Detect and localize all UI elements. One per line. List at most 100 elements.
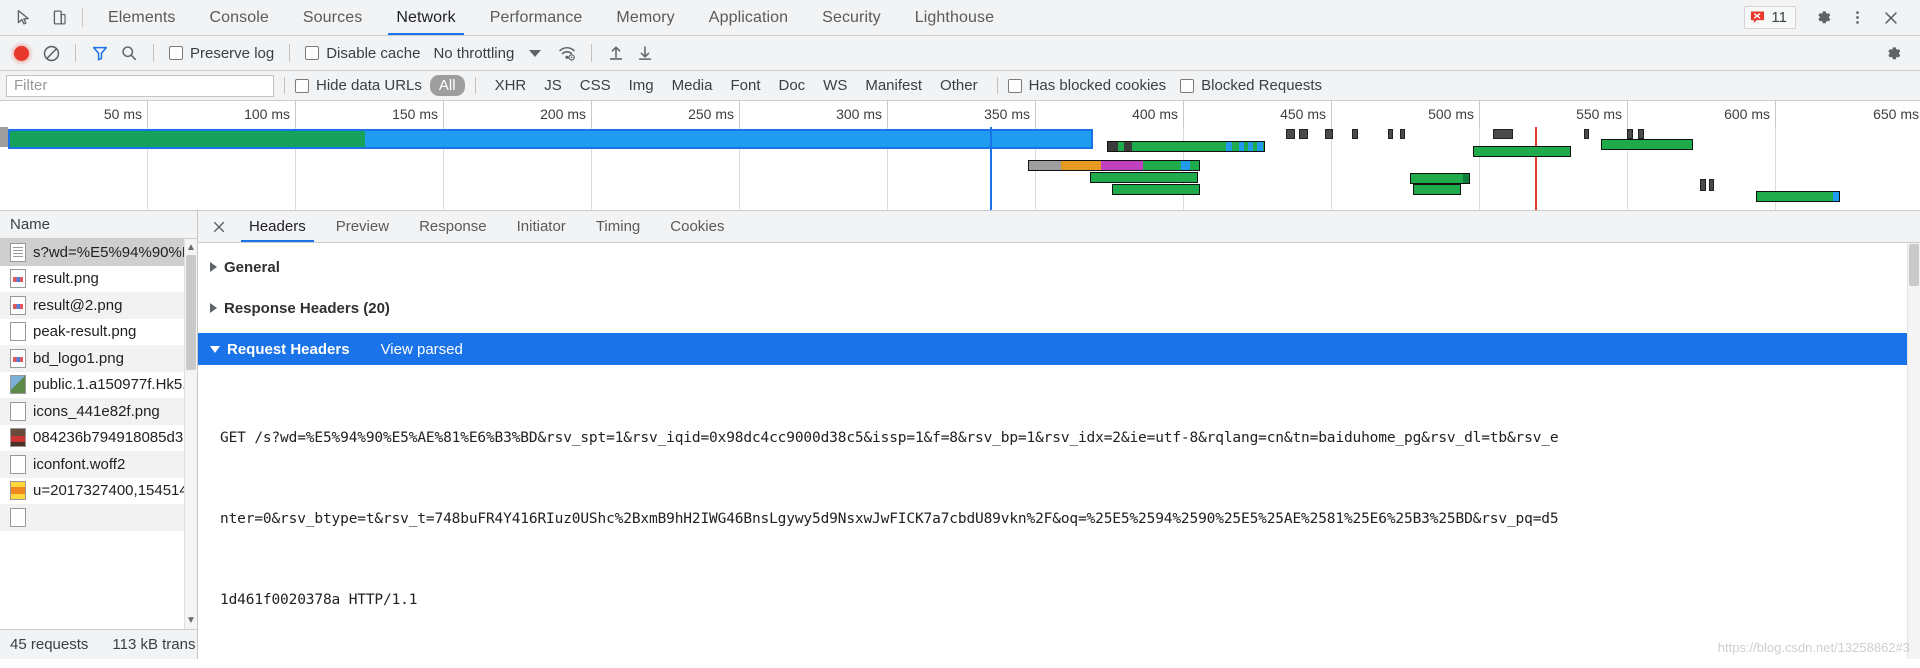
scroll-up-arrow[interactable]: ▲ [185, 241, 197, 254]
raw-request-headers[interactable]: GET /s?wd=%E5%94%90%E5%AE%81%E6%B3%BD&rs… [198, 365, 1920, 659]
filter-type-other[interactable]: Other [931, 75, 987, 96]
overview-request-waiting-segment [10, 131, 365, 147]
filter-type-css[interactable]: CSS [571, 75, 620, 96]
request-row[interactable]: result@2.png [0, 292, 197, 319]
request-row[interactable]: u=2017327400,154514 [0, 478, 197, 505]
view-parsed-link[interactable]: View parsed [381, 341, 463, 358]
hide-data-urls-checkbox[interactable]: Hide data URLs [295, 77, 422, 94]
tab-security[interactable]: Security [805, 0, 898, 35]
request-row[interactable]: peak-result.png [0, 319, 197, 346]
filter-type-xhr[interactable]: XHR [486, 75, 536, 96]
tab-cookies[interactable]: Cookies [655, 211, 739, 242]
request-row[interactable]: iconfont.woff2 [0, 451, 197, 478]
overview-request-bar [1601, 139, 1693, 150]
load-event-marker [1535, 127, 1537, 210]
chevron-right-icon [210, 303, 217, 313]
tab-sources[interactable]: Sources [286, 0, 379, 35]
tab-elements[interactable]: Elements [91, 0, 193, 35]
filter-type-img[interactable]: Img [620, 75, 663, 96]
tab-network[interactable]: Network [379, 0, 472, 35]
has-blocked-cookies-checkbox[interactable]: Has blocked cookies [1007, 77, 1166, 94]
blocked-requests-checkbox[interactable]: Blocked Requests [1180, 77, 1322, 94]
section-title: General [224, 258, 280, 276]
disable-cache-checkbox[interactable]: Disable cache [301, 45, 424, 62]
network-conditions-icon[interactable] [554, 40, 580, 66]
overview-request-bar [1756, 191, 1840, 202]
chevron-down-icon[interactable] [529, 49, 542, 57]
toolbar-divider [591, 44, 593, 62]
image-file-icon [10, 375, 26, 395]
filter-type-all[interactable]: All [429, 75, 465, 96]
scroll-down-arrow[interactable]: ▼ [185, 614, 197, 627]
scrollbar-thumb[interactable] [186, 255, 196, 370]
devtools-left-icons [0, 0, 78, 35]
tab-memory[interactable]: Memory [599, 0, 691, 35]
section-response-headers[interactable]: Response Headers (20) [198, 292, 1920, 324]
tab-performance[interactable]: Performance [473, 0, 600, 35]
request-row[interactable] [0, 504, 197, 531]
overview-request-bar [1400, 129, 1405, 139]
filter-type-js[interactable]: JS [535, 75, 571, 96]
tab-application[interactable]: Application [692, 0, 805, 35]
section-title: Request Headers [227, 340, 350, 358]
request-row[interactable]: bd_logo1.png [0, 345, 197, 372]
filter-type-media[interactable]: Media [663, 75, 722, 96]
overview-waterfall [0, 127, 1920, 210]
import-har-icon[interactable] [603, 40, 629, 66]
more-options-icon[interactable] [1842, 3, 1872, 33]
tab-headers[interactable]: Headers [234, 211, 321, 242]
throttling-select-value[interactable]: No throttling [427, 45, 514, 62]
request-row[interactable]: icons_441e82f.png [0, 398, 197, 425]
toolbar-divider [153, 44, 154, 62]
section-title: Response Headers (20) [224, 299, 390, 317]
overview-left-handle[interactable] [0, 127, 8, 147]
request-row[interactable]: 084236b794918085d3. [0, 425, 197, 452]
tab-lighthouse[interactable]: Lighthouse [898, 0, 1011, 35]
filter-input[interactable]: Filter [6, 74, 274, 97]
export-har-icon[interactable] [632, 40, 658, 66]
blank-file-icon [10, 507, 26, 527]
request-name: public.1.a150977f.Hk5.. [33, 376, 191, 394]
section-request-headers[interactable]: Request Headers View parsed [198, 333, 1920, 365]
tab-preview[interactable]: Preview [321, 211, 404, 242]
tab-response[interactable]: Response [404, 211, 502, 242]
section-general[interactable]: General [198, 251, 1920, 283]
filter-type-ws[interactable]: WS [814, 75, 856, 96]
request-list-body[interactable]: s?wd=%E5%94%90%E. result.png result@2.pn… [0, 239, 197, 629]
error-count-badge[interactable]: 11 [1744, 6, 1796, 29]
filter-type-doc[interactable]: Doc [769, 75, 814, 96]
request-list-scrollbar[interactable]: ▲ ▼ [184, 239, 197, 629]
request-row[interactable]: result.png [0, 266, 197, 293]
request-name: u=2017327400,154514 [33, 482, 188, 500]
tab-console[interactable]: Console [193, 0, 286, 35]
filter-divider [284, 77, 285, 94]
filter-type-manifest[interactable]: Manifest [856, 75, 931, 96]
filter-type-font[interactable]: Font [721, 75, 769, 96]
chevron-down-icon [210, 345, 220, 353]
tab-initiator[interactable]: Initiator [502, 211, 581, 242]
error-icon [1751, 11, 1765, 24]
search-icon[interactable] [116, 40, 142, 66]
preserve-log-checkbox[interactable]: Preserve log [165, 45, 278, 62]
close-panel-icon[interactable] [204, 211, 234, 242]
network-toolbar: Preserve log Disable cache No throttling [0, 36, 1920, 71]
close-devtools-icon[interactable] [1876, 3, 1906, 33]
scrollbar-thumb[interactable] [1909, 244, 1919, 286]
inspect-element-icon[interactable] [10, 5, 36, 31]
filter-divider [474, 77, 476, 94]
device-toolbar-icon[interactable] [46, 5, 72, 31]
tab-timing[interactable]: Timing [581, 211, 655, 242]
filter-icon[interactable] [87, 40, 113, 66]
overview-primary-request-band [8, 129, 1093, 149]
record-button[interactable] [14, 45, 29, 61]
timeline-ruler: 50 ms 100 ms 150 ms 200 ms 250 ms 300 ms… [0, 101, 1920, 127]
overview-request-bar [1090, 172, 1198, 183]
clear-icon[interactable] [38, 40, 64, 66]
request-row[interactable]: s?wd=%E5%94%90%E. [0, 239, 197, 266]
settings-gear-icon[interactable] [1808, 3, 1838, 33]
request-list-header[interactable]: Name [0, 211, 197, 239]
request-row[interactable]: public.1.a150977f.Hk5.. [0, 372, 197, 399]
network-overview-timeline[interactable]: 50 ms 100 ms 150 ms 200 ms 250 ms 300 ms… [0, 101, 1920, 211]
network-settings-icon[interactable] [1880, 40, 1906, 66]
detail-scrollbar[interactable] [1907, 243, 1920, 659]
